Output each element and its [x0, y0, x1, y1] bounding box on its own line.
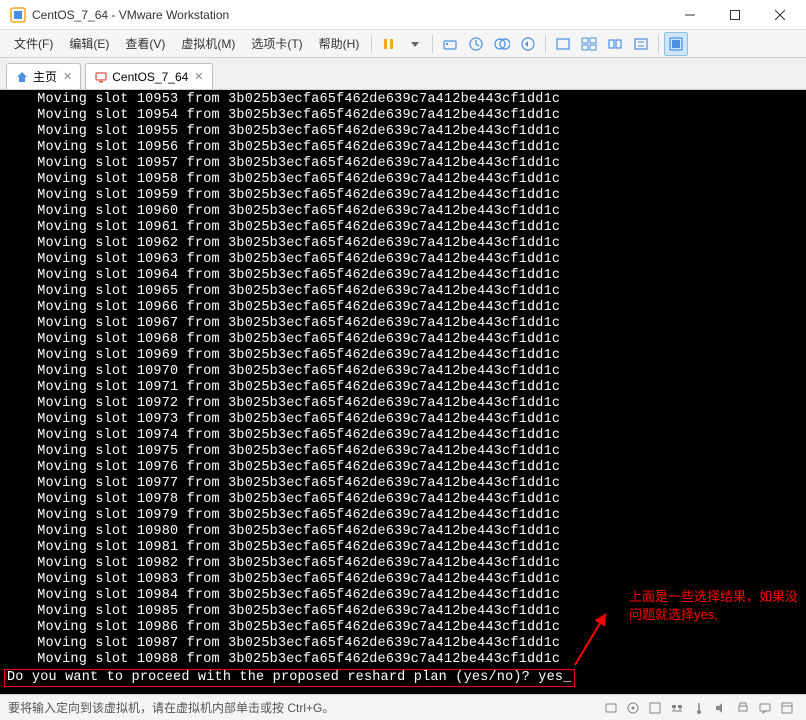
printer-icon[interactable]: [734, 699, 752, 717]
unity-button[interactable]: [577, 32, 601, 56]
home-icon: [15, 70, 29, 84]
menu-tabs[interactable]: 选项卡(T): [243, 31, 310, 56]
menu-file[interactable]: 文件(F): [6, 31, 61, 56]
separator: [371, 35, 372, 53]
usb-icon[interactable]: [690, 699, 708, 717]
stretch-button[interactable]: [629, 32, 653, 56]
annotation: 上面是一些选择结果，如果没 问题就选择yes,: [629, 588, 798, 624]
window-title: CentOS_7_64 - VMware Workstation: [32, 8, 667, 22]
menu-edit[interactable]: 编辑(E): [61, 31, 117, 56]
vmware-icon: [10, 7, 26, 23]
annotation-line2: 问题就选择yes,: [629, 606, 798, 624]
tab-close-icon[interactable]: ✕: [63, 70, 72, 83]
expand-icon[interactable]: [778, 699, 796, 717]
snapshot-button[interactable]: [464, 32, 488, 56]
send-ctrl-alt-del-button[interactable]: [438, 32, 462, 56]
window-controls: [667, 0, 802, 30]
network-icon[interactable]: [668, 699, 686, 717]
console-view-button[interactable]: [664, 32, 688, 56]
tab-close-icon[interactable]: ✕: [194, 70, 203, 83]
vm-icon: [94, 70, 108, 84]
tab-vm[interactable]: CentOS_7_64 ✕: [85, 63, 212, 89]
menu-view[interactable]: 查看(V): [117, 31, 173, 56]
maximize-button[interactable]: [712, 0, 757, 30]
titlebar: CentOS_7_64 - VMware Workstation: [0, 0, 806, 30]
thumbnail-button[interactable]: [603, 32, 627, 56]
disk-icon[interactable]: [602, 699, 620, 717]
status-hint: 要将输入定向到该虚拟机，请在虚拟机内部单击或按 Ctrl+G。: [8, 699, 334, 716]
statusbar: 要将输入定向到该虚拟机，请在虚拟机内部单击或按 Ctrl+G。: [0, 694, 806, 720]
floppy-icon[interactable]: [646, 699, 664, 717]
sound-icon[interactable]: [712, 699, 730, 717]
pause-button[interactable]: [377, 32, 401, 56]
menu-help[interactable]: 帮助(H): [311, 31, 368, 56]
arrow-icon: [570, 610, 610, 670]
menubar: 文件(F) 编辑(E) 查看(V) 虚拟机(M) 选项卡(T) 帮助(H): [0, 30, 806, 58]
tab-vm-label: CentOS_7_64: [112, 70, 188, 84]
cd-icon[interactable]: [624, 699, 642, 717]
close-button[interactable]: [757, 0, 802, 30]
play-dropdown[interactable]: [403, 32, 427, 56]
revert-button[interactable]: [516, 32, 540, 56]
menu-vm[interactable]: 虚拟机(M): [173, 31, 243, 56]
minimize-button[interactable]: [667, 0, 712, 30]
fullscreen-button[interactable]: [551, 32, 575, 56]
tab-home-label: 主页: [33, 68, 57, 85]
separator: [432, 35, 433, 53]
annotation-line1: 上面是一些选择结果，如果没: [629, 588, 798, 606]
tab-home[interactable]: 主页 ✕: [6, 63, 81, 89]
separator: [545, 35, 546, 53]
message-icon[interactable]: [756, 699, 774, 717]
terminal-prompt: Do you want to proceed with the proposed…: [4, 669, 802, 687]
separator: [658, 35, 659, 53]
tabbar: 主页 ✕ CentOS_7_64 ✕: [0, 58, 806, 90]
snapshot-manager-button[interactable]: [490, 32, 514, 56]
